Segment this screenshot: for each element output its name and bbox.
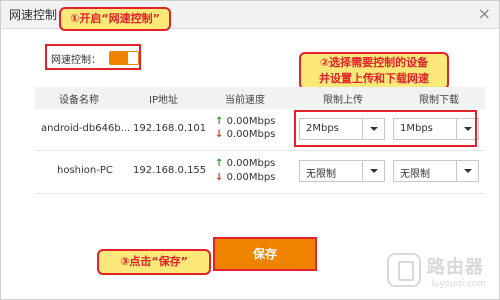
arrow-up-icon: ↑ <box>215 158 224 169</box>
row-2-device: hoshion-PC <box>57 165 113 176</box>
speed-control-toggle-row: 网速控制： <box>45 44 141 70</box>
row-2-up-speed: ↑ 0.00Mbps <box>215 158 275 169</box>
dropdown-button[interactable] <box>362 161 384 181</box>
router-icon <box>387 253 421 287</box>
save-button[interactable]: 保存 <box>213 237 317 271</box>
row-2-down-speed: ↓ 0.00Mbps <box>215 172 275 183</box>
speed-control-dialog: 网速控制 × ①开启“网速控制” 网速控制： ②选择需要控制的设备 并设置上传和… <box>0 0 500 300</box>
chevron-down-icon <box>464 169 472 173</box>
arrow-down-icon: ↓ <box>215 172 224 183</box>
header-download-limit: 限制下载 <box>419 95 459 106</box>
watermark-logo: 路由器 luyouqi.com <box>387 253 497 299</box>
arrow-down-icon: ↓ <box>215 129 224 140</box>
highlight-box <box>294 110 477 147</box>
close-icon[interactable]: × <box>478 4 491 24</box>
row-1-down-value: 0.00Mbps <box>226 129 276 140</box>
row-2-up-value: 0.00Mbps <box>226 158 276 169</box>
row-2-upload-limit-value: 无限制 <box>306 169 336 180</box>
header-device-name: 设备名称 <box>59 95 99 106</box>
row-2-down-value: 0.00Mbps <box>226 172 276 183</box>
table-header: 设备名称 IP地址 当前速度 限制上传 限制下载 <box>35 87 485 109</box>
callout-step-2-line-1: ②选择需要控制的设备 <box>319 56 429 69</box>
speed-control-label: 网速控制： <box>51 55 101 66</box>
row-1-up-speed: ↑ 0.00Mbps <box>215 116 275 127</box>
row-1-device: android-db646b... <box>41 123 131 134</box>
row-divider <box>35 193 485 194</box>
row-1-ip: 192.168.0.101 <box>133 123 207 134</box>
callout-step-3: ③点击“保存” <box>97 249 211 275</box>
header-current-speed: 当前速度 <box>225 95 265 106</box>
callout-step-2-line-2: 并设置上传和下载网速 <box>319 72 429 85</box>
row-2-download-limit-value: 无限制 <box>400 169 430 180</box>
chevron-down-icon <box>370 169 378 173</box>
watermark-sub: luyouqi.com <box>431 279 487 289</box>
callout-step-1: ①开启“网速控制” <box>59 7 171 31</box>
row-2-upload-limit-select[interactable]: 无限制 <box>299 160 385 182</box>
watermark-text: 路由器 <box>427 257 484 278</box>
speed-control-toggle[interactable] <box>109 51 139 65</box>
dialog-title: 网速控制 <box>9 8 58 22</box>
toggle-knob <box>128 52 138 64</box>
callout-step-2: ②选择需要控制的设备 并设置上传和下载网速 <box>299 52 449 90</box>
row-1-down-speed: ↓ 0.00Mbps <box>215 129 275 140</box>
header-upload-limit: 限制上传 <box>323 95 363 106</box>
row-2-download-limit-select[interactable]: 无限制 <box>393 160 479 182</box>
dropdown-button[interactable] <box>456 161 478 181</box>
header-ip: IP地址 <box>149 95 178 106</box>
row-1-up-value: 0.00Mbps <box>226 116 276 127</box>
arrow-up-icon: ↑ <box>215 116 224 127</box>
row-divider <box>35 150 485 151</box>
row-2-ip: 192.168.0.155 <box>133 165 207 176</box>
